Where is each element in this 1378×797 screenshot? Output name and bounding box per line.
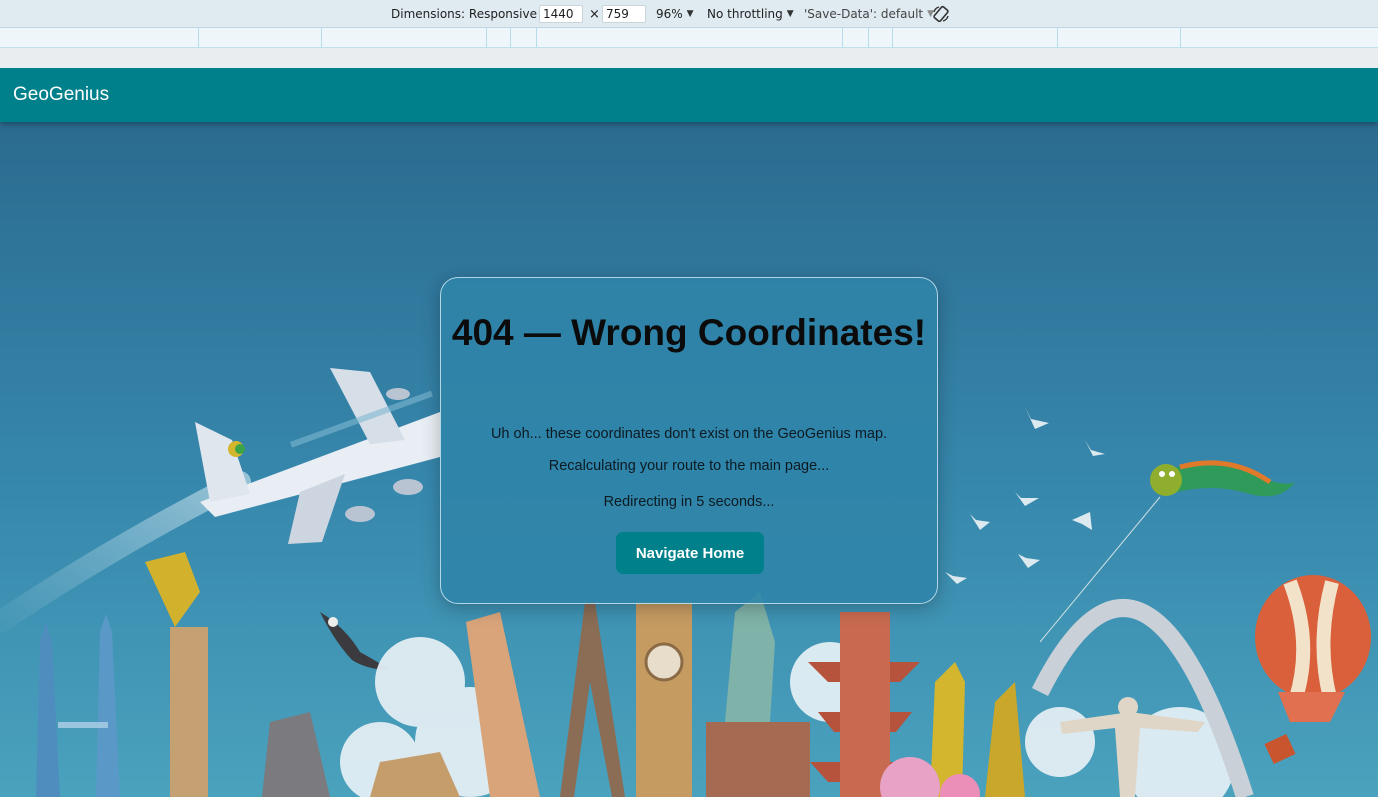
zoom-dropdown[interactable]: 96% ▼ <box>656 0 694 28</box>
brand-logo-text[interactable]: GeoGenius <box>13 84 109 106</box>
dimension-separator: × <box>589 6 600 22</box>
error-card: 404 — Wrong Coordinates! Uh oh... these … <box>440 277 938 604</box>
zoom-value: 96% <box>656 7 683 21</box>
media-query-ruler[interactable] <box>0 28 1378 48</box>
rotate-icon[interactable] <box>931 0 951 28</box>
width-input-wrap: 1440 <box>539 0 583 28</box>
dimensions-dropdown[interactable]: Dimensions: Responsive ▼ <box>391 0 548 28</box>
error-message-line2: Recalculating your route to the main pag… <box>548 458 830 474</box>
error-title-text: 404 — Wrong Coordinates! <box>451 312 927 353</box>
error-message-line1: Uh oh... these coordinates don't exist o… <box>490 426 888 442</box>
height-input-wrap: 759 <box>602 0 646 28</box>
width-input[interactable]: 1440 <box>539 5 583 23</box>
throttling-dropdown[interactable]: No throttling ▼ <box>707 0 794 28</box>
save-data-value: 'Save-Data': default <box>804 7 924 21</box>
navigate-home-button[interactable]: Navigate Home <box>616 532 764 574</box>
height-input[interactable]: 759 <box>602 5 646 23</box>
chevron-down-icon: ▼ <box>686 9 694 19</box>
chevron-down-icon: ▼ <box>786 9 794 19</box>
devtools-device-toolbar: Dimensions: Responsive ▼ 1440 × 759 96% … <box>0 0 1378 28</box>
throttling-value: No throttling <box>707 7 783 21</box>
redirect-countdown: Redirecting in 5 seconds... <box>603 494 775 510</box>
viewport-gap <box>0 48 1378 68</box>
error-title: 404 — Wrong Coordinates! <box>441 310 937 356</box>
save-data-dropdown[interactable]: 'Save-Data': default ▼ <box>804 0 934 28</box>
dimensions-label: Dimensions: Responsive <box>391 7 537 21</box>
error-message: Uh oh... these coordinates don't exist o… <box>441 418 937 482</box>
navbar: GeoGenius <box>0 68 1378 122</box>
